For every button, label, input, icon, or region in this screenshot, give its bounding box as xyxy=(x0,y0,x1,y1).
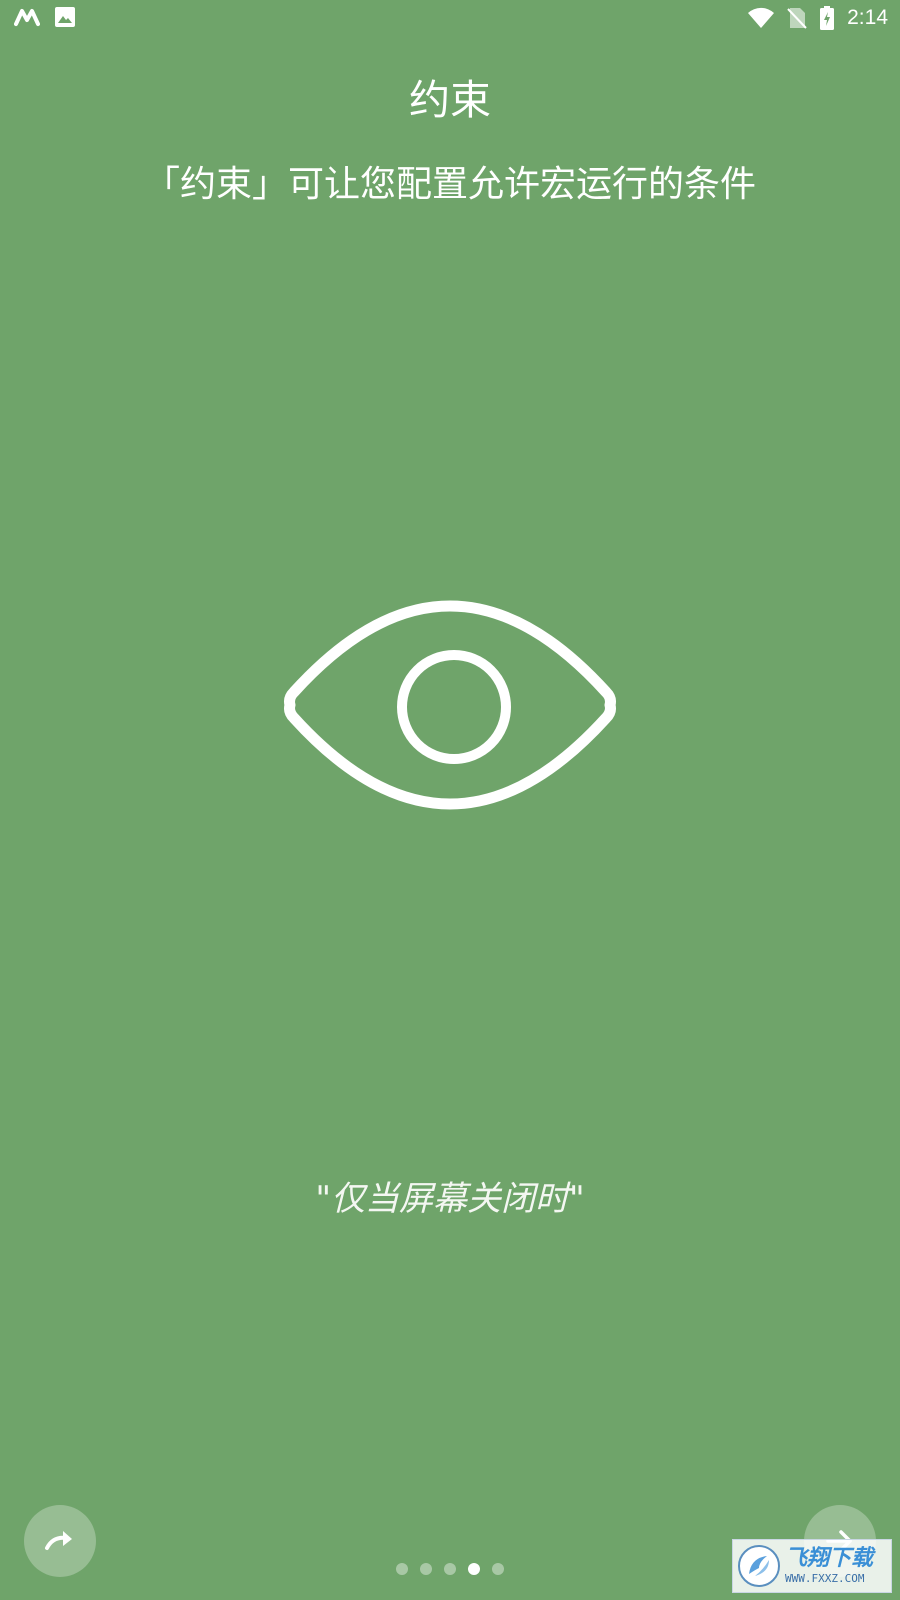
watermark-logo-icon xyxy=(738,1545,780,1587)
image-icon xyxy=(55,7,75,27)
page-title: 约束 xyxy=(409,76,491,124)
watermark-title: 飞翔下载 xyxy=(785,1546,874,1571)
intro-screen: 2:14 约束 「约束」可让您配置允许宏运行的条件 "仅当屏幕关闭时" 飞翔下载… xyxy=(0,0,900,1600)
macrodroid-m-icon xyxy=(14,9,40,26)
page-dot-5 xyxy=(492,1563,504,1575)
watermark-badge: 飞翔下载 WWW.FXXZ.COM xyxy=(732,1539,892,1593)
status-bar: 2:14 xyxy=(0,0,900,36)
page-dot-2 xyxy=(420,1563,432,1575)
watermark-url: WWW.FXXZ.COM xyxy=(785,1572,865,1585)
status-left-icons xyxy=(14,6,76,28)
skip-arrow-icon xyxy=(45,1531,72,1550)
status-right-icons: 2:14 xyxy=(747,5,888,31)
status-time: 2:14 xyxy=(847,6,888,29)
wifi-icon xyxy=(748,7,775,28)
no-sim-icon xyxy=(787,8,807,29)
page-dot-4-active xyxy=(468,1563,480,1575)
eye-icon xyxy=(284,600,616,810)
page-dot-3 xyxy=(444,1563,456,1575)
page-subtitle: 「约束」可让您配置允许宏运行的条件 xyxy=(143,164,756,205)
page-dot-1 xyxy=(396,1563,408,1575)
example-constraint-text: "仅当屏幕关闭时" xyxy=(315,1179,585,1219)
watermark-text: 飞翔下载 WWW.FXXZ.COM xyxy=(785,1546,873,1586)
battery-charging-icon xyxy=(820,6,835,30)
